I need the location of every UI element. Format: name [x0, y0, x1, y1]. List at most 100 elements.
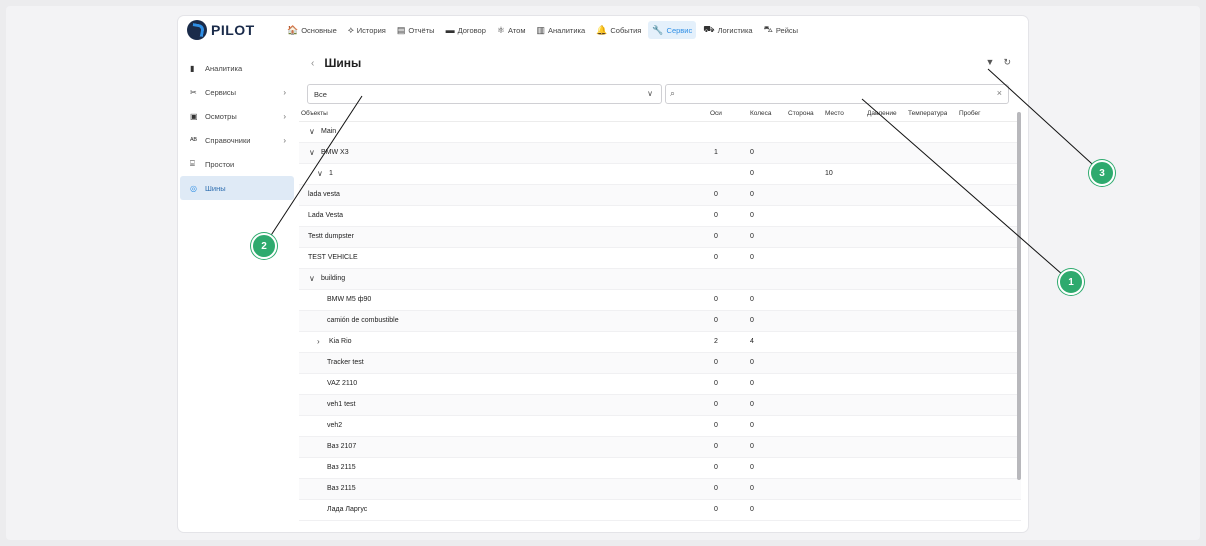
table-row[interactable]: camión de combustible 0 0: [299, 311, 1021, 332]
filter-icon[interactable]: ▼: [986, 57, 995, 68]
route-icon: ⟡: [347, 24, 354, 35]
cell-axles: 2: [714, 338, 718, 345]
refresh-icon[interactable]: ↻: [1003, 57, 1011, 68]
cell-wheels: 0: [750, 359, 754, 366]
table-row[interactable]: ∨ 1 0 10: [299, 164, 1021, 185]
top-navigation: PILOT 🏠 Основные ⟡ История ▤ Отчёты ▬ Договор ⚛ А…: [178, 16, 1028, 44]
table-row[interactable]: Tracker test 0 0: [299, 353, 1021, 374]
chevron-right-icon: ›: [283, 111, 286, 121]
cell-wheels: 0: [750, 380, 754, 387]
table-row[interactable]: Ваз 2115 0 0: [299, 479, 1021, 500]
column-header[interactable]: Температура: [908, 110, 947, 117]
nav-item-3[interactable]: ▬ Договор: [442, 21, 490, 39]
column-header[interactable]: Место: [825, 110, 844, 117]
chevron-down-icon[interactable]: ∨: [309, 148, 315, 157]
object-name: veh2: [327, 422, 343, 429]
nav-item-5[interactable]: ▥ Аналитика: [533, 21, 590, 39]
vertical-scrollbar[interactable]: [1017, 112, 1021, 480]
object-name: TEST VEHICLE: [308, 254, 358, 261]
nav-item-9[interactable]: ⛍ Рейсы: [760, 21, 802, 39]
object-name: veh1 test: [327, 401, 356, 408]
sidebar: ▮ Аналитика ✂ Сервисы › ▣ Осмотры › ᴬᴮ Справочник…: [178, 56, 296, 532]
clear-search-icon[interactable]: ×: [997, 88, 1002, 98]
table-row[interactable]: ∨ BMW X3 1 0: [299, 143, 1021, 164]
home-icon: 🏠: [287, 24, 299, 35]
object-name: 1: [329, 170, 333, 177]
table-row[interactable]: ∨ building: [299, 269, 1021, 290]
object-name: Ваз 2107: [327, 443, 357, 450]
column-header[interactable]: Оси: [710, 110, 722, 117]
table-row[interactable]: VAZ 2110 0 0: [299, 374, 1021, 395]
nav-item-label: Рейсы: [775, 25, 799, 35]
object-name: Ваз 2115: [327, 485, 356, 492]
nav-item-8[interactable]: ⛟ Логистика: [699, 21, 756, 39]
cell-wheels: 0: [750, 464, 754, 471]
column-header[interactable]: Сторона: [788, 110, 814, 117]
cell-axles: 0: [714, 506, 718, 513]
object-name: lada vesta: [308, 191, 340, 198]
sidebar-item-4[interactable]: ⌸ Простои: [178, 152, 296, 176]
column-header[interactable]: Объекты: [301, 110, 328, 117]
table-row[interactable]: veh1 test 0 0: [299, 395, 1021, 416]
table-row[interactable]: › Kia Rio 2 4: [299, 332, 1021, 353]
chevron-right-icon: ›: [283, 87, 286, 97]
table-body: ∨ Main ∨ BMW X3 1 0 ∨ 1 0 10 lada vesta 0 0 Lada Vest…: [299, 122, 1021, 532]
column-header[interactable]: Давление: [867, 110, 897, 117]
table-row[interactable]: Ваз 2107 0 0: [299, 437, 1021, 458]
cell-axles: 0: [714, 464, 718, 471]
table-row[interactable]: veh2 0 0: [299, 416, 1021, 437]
sidebar-item-5[interactable]: ◎ Шины: [180, 176, 294, 200]
cell-wheels: 0: [750, 149, 754, 156]
sidebar-item-1[interactable]: ✂ Сервисы ›: [178, 80, 296, 104]
chevron-down-icon[interactable]: ∨: [309, 274, 315, 283]
table-row[interactable]: TEST VEHICLE 0 0: [299, 248, 1021, 269]
column-header[interactable]: Пробег: [959, 110, 981, 117]
sidebar-item-label: Сервисы: [205, 87, 237, 97]
back-button[interactable]: ‹: [311, 58, 314, 69]
nav-item-4[interactable]: ⚛ Атом: [493, 21, 530, 39]
table-row[interactable]: lada vesta 0 0: [299, 185, 1021, 206]
object-name: Лада Ларгус: [327, 506, 368, 513]
sidebar-item-0[interactable]: ▮ Аналитика: [178, 56, 296, 80]
table-row[interactable]: Lada Vesta 0 0: [299, 206, 1021, 227]
sidebar-item-label: Осмотры: [205, 111, 237, 121]
table-row[interactable]: Лада Ларгус 0 0: [299, 500, 1021, 521]
cell-axles: 0: [714, 317, 718, 324]
nav-item-6[interactable]: 🔔 События: [592, 21, 645, 39]
object-name: Lada Vesta: [308, 212, 344, 219]
cell-wheels: 0: [750, 317, 754, 324]
cell-axles: 0: [714, 233, 718, 240]
object-group-select[interactable]: Все ∨: [307, 84, 662, 104]
cell-axles: 0: [714, 443, 718, 450]
page-header: ‹ Шины ▼ ↻: [299, 48, 1021, 78]
nav-item-2[interactable]: ▤ Отчёты: [393, 21, 439, 39]
chevron-down-icon[interactable]: ∨: [317, 169, 323, 178]
callout-badge-2: 2: [251, 233, 277, 259]
cell-axles: 0: [714, 380, 718, 387]
logo[interactable]: PILOT: [187, 20, 283, 40]
table-row[interactable]: BMW M5 ф90 0 0: [299, 290, 1021, 311]
table-row[interactable]: Testt dumpster 0 0: [299, 227, 1021, 248]
sidebar-item-3[interactable]: ᴬᴮ Справочники ›: [178, 128, 296, 152]
cell-wheels: 0: [750, 233, 754, 240]
chevron-down-icon: ∨: [647, 89, 653, 98]
sidebar-item-2[interactable]: ▣ Осмотры ›: [178, 104, 296, 128]
chevron-right-icon[interactable]: ›: [317, 337, 320, 346]
bus-icon: ⛍: [763, 24, 773, 34]
table-row[interactable]: Ваз 2115 0 0: [299, 458, 1021, 479]
chevron-down-icon[interactable]: ∨: [309, 127, 315, 136]
page-title: Шины: [324, 56, 362, 70]
search-input[interactable]: ⌕ ×: [665, 84, 1009, 104]
nav-item-1[interactable]: ⟡ История: [344, 21, 390, 39]
nav-item-7[interactable]: 🔧 Сервис: [648, 21, 697, 39]
nav-item-0[interactable]: 🏠 Основные: [283, 21, 341, 39]
callout-badge-1: 1: [1058, 269, 1084, 295]
nav-item-label: Атом: [507, 25, 526, 35]
table-row[interactable]: ∨ Main: [299, 122, 1021, 143]
truck-icon: ⛟: [703, 24, 715, 34]
column-header[interactable]: Колеса: [750, 110, 772, 117]
nav-item-label: Отчёты: [408, 25, 435, 35]
cell-axles: 0: [714, 254, 718, 261]
report-icon: ▤: [396, 24, 406, 35]
spellcheck-icon: ᴬᴮ: [190, 135, 197, 145]
